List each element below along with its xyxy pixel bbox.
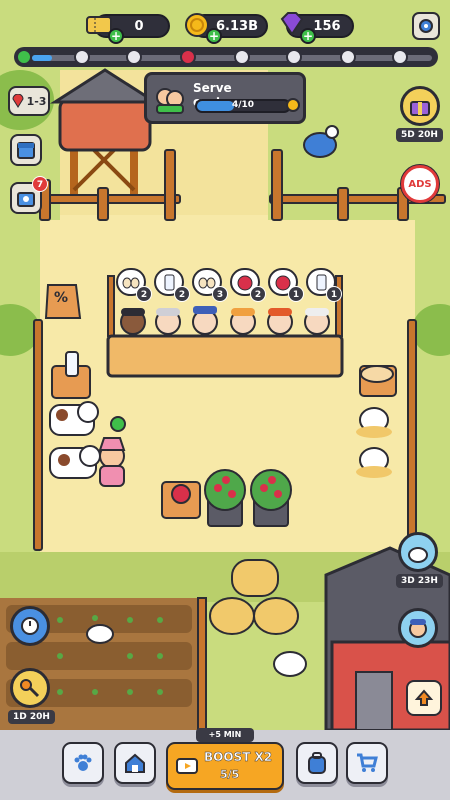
event-timer: 3D 23H	[396, 574, 443, 588]
event-button-mid[interactable]	[398, 532, 438, 572]
map-pin-icon	[12, 94, 24, 108]
quest-progress-bar: 4/10	[195, 99, 291, 113]
shop-icon	[17, 192, 35, 207]
order-count: 1	[326, 286, 342, 302]
goose-icon	[408, 547, 428, 563]
order-bubble-egg: 2	[116, 268, 152, 302]
milestone	[392, 49, 408, 65]
order-bubbles: 2 2 3 2 1 1	[116, 268, 346, 308]
calendar-icon	[17, 142, 35, 159]
milestone	[126, 49, 142, 65]
order-count: 3	[212, 286, 228, 302]
event-timer: 5D 20H	[396, 128, 443, 142]
tickets-value: 0	[134, 18, 144, 34]
order-bubble-raspberry: 1	[268, 268, 304, 302]
add-gems-button[interactable]: +	[300, 28, 316, 44]
coin-icon	[286, 98, 300, 112]
milestone	[74, 49, 90, 65]
milestone	[286, 49, 302, 65]
add-tickets-button[interactable]: +	[108, 28, 124, 44]
order-bubble-milk: 1	[306, 268, 342, 302]
boost-count: 5/5	[220, 768, 240, 781]
game-scene: 2 2 3 2 1 1 % 0 + 6.13B + 156 + Serve 4/…	[0, 0, 450, 800]
order-count: 1	[288, 286, 304, 302]
order-count: 2	[250, 286, 266, 302]
inventory-button[interactable]	[296, 742, 338, 784]
milestone-raspberry	[180, 49, 196, 65]
backpack-icon	[308, 752, 326, 774]
home-button[interactable]	[114, 742, 156, 784]
event-timer: 1D 20H	[8, 710, 55, 724]
arrow-up-icon	[414, 689, 434, 706]
order-count: 2	[136, 286, 152, 302]
customers-icon	[156, 88, 184, 114]
no-ads-button[interactable]: ADS	[400, 164, 440, 204]
paw-icon	[74, 754, 92, 771]
milestone-complete	[16, 49, 32, 65]
add-coins-button[interactable]: +	[206, 28, 222, 44]
quest-progress-text: 4/10	[231, 100, 255, 110]
event-button-top[interactable]	[400, 86, 440, 126]
milestone	[234, 49, 250, 65]
key-icon	[20, 679, 40, 698]
tv-icon	[176, 758, 198, 774]
cart-icon	[357, 753, 378, 772]
upgrade-button[interactable]	[406, 680, 442, 716]
speed-button[interactable]	[10, 606, 50, 646]
gear-icon	[419, 19, 433, 33]
boost-bonus-label: +5 MIN	[196, 728, 254, 742]
level-button[interactable]: 1-3	[8, 86, 50, 116]
order-bubble-raspberry: 2	[230, 268, 266, 302]
pets-button[interactable]	[62, 742, 104, 784]
gift-icon	[410, 101, 430, 116]
settings-button[interactable]	[412, 12, 440, 40]
clock-icon	[21, 617, 39, 635]
calendar-button[interactable]	[10, 134, 42, 166]
boost-title: BOOST X2	[204, 750, 273, 764]
home-icon	[125, 753, 145, 773]
farmer-button[interactable]	[398, 608, 438, 648]
quest-panel[interactable]: Serve customers 4/10	[144, 72, 306, 124]
discount-sign[interactable]: %	[54, 290, 68, 306]
farmer-icon	[409, 619, 427, 638]
order-bubble-milk: 2	[154, 268, 190, 302]
store-button[interactable]	[346, 742, 388, 784]
level-progress-track	[14, 47, 438, 67]
order-count: 2	[174, 286, 190, 302]
milestone	[340, 49, 356, 65]
order-bubble-egg: 3	[192, 268, 228, 302]
key-event-button[interactable]	[10, 668, 50, 708]
notification-badge: 7	[32, 176, 48, 192]
boost-button[interactable]: BOOST X2 5/5	[166, 742, 284, 790]
level-label: 1-3	[26, 94, 47, 108]
